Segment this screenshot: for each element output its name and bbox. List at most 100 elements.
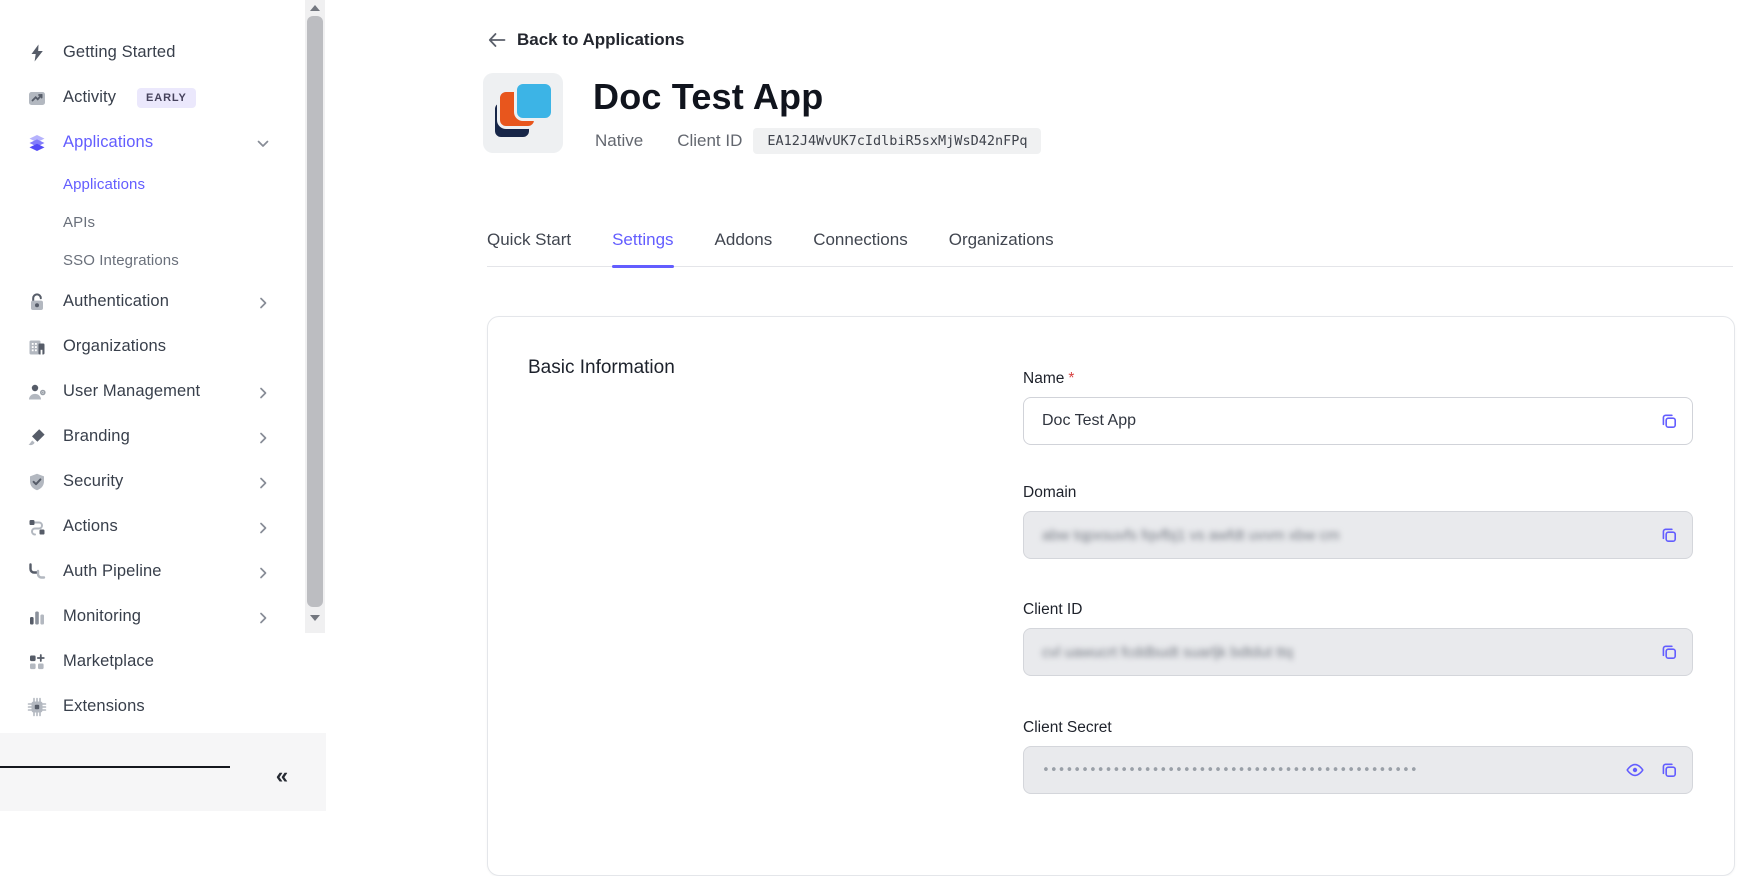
name-label: Name* bbox=[1023, 369, 1693, 389]
tab-settings[interactable]: Settings bbox=[612, 230, 673, 267]
page-title: Doc Test App bbox=[593, 76, 823, 118]
client-secret-field-group: Client Secret ••••••••••••••••••••••••••… bbox=[1023, 718, 1693, 794]
sidebar-item-organizations[interactable]: Organizations bbox=[0, 324, 300, 369]
chevron-right-icon bbox=[257, 431, 269, 443]
collapse-chevrons-icon: « bbox=[276, 763, 288, 789]
copy-client-id-button[interactable] bbox=[1657, 640, 1681, 664]
user-gear-icon bbox=[27, 382, 47, 402]
sidebar-item-getting-started[interactable]: Getting Started bbox=[0, 30, 300, 75]
sidebar-item-extensions[interactable]: Extensions bbox=[0, 684, 300, 729]
grid-plus-icon bbox=[27, 652, 47, 672]
logo-blue-square bbox=[514, 81, 554, 121]
sidebar-item-auth-pipeline[interactable]: Auth Pipeline bbox=[0, 549, 300, 594]
sidebar-item-label: Activity bbox=[63, 88, 116, 107]
copy-domain-button[interactable] bbox=[1657, 523, 1681, 547]
chevron-right-icon bbox=[257, 611, 269, 623]
sidebar-subitem-apis[interactable]: APIs bbox=[0, 203, 300, 241]
chevron-right-icon bbox=[257, 476, 269, 488]
chip-icon bbox=[27, 697, 47, 717]
client-secret-label: Client Secret bbox=[1023, 718, 1693, 738]
client-id-field-label: Client ID bbox=[1023, 600, 1693, 620]
sidebar-collapse-button[interactable]: « bbox=[266, 760, 298, 792]
paintbrush-icon bbox=[27, 427, 47, 447]
domain-label: Domain bbox=[1023, 483, 1693, 503]
copy-icon bbox=[1660, 526, 1679, 545]
app-type-label: Native bbox=[595, 131, 643, 151]
sidebar-item-label: Organizations bbox=[63, 337, 166, 356]
sidebar-item-label: User Management bbox=[63, 382, 200, 401]
activity-icon bbox=[27, 88, 47, 108]
chevron-right-icon bbox=[257, 566, 269, 578]
sidebar-scrollbar-thumb[interactable] bbox=[307, 16, 323, 607]
name-field-group: Name* bbox=[1023, 369, 1693, 445]
sidebar-scrollbar-track[interactable] bbox=[305, 0, 325, 633]
tab-organizations[interactable]: Organizations bbox=[949, 230, 1054, 267]
copy-icon bbox=[1660, 412, 1679, 431]
domain-readonly-box: abw tqpxsuvfs fqvfbj1 vs awfdt uvvm xbw … bbox=[1023, 511, 1693, 559]
chevron-right-icon bbox=[257, 521, 269, 533]
sidebar-item-label: Applications bbox=[63, 133, 153, 152]
back-arrow-icon bbox=[487, 31, 506, 49]
sidebar-item-actions[interactable]: Actions bbox=[0, 504, 300, 549]
copy-client-secret-button[interactable] bbox=[1657, 758, 1681, 782]
sidebar-subitem-applications[interactable]: Applications bbox=[0, 165, 300, 203]
sidebar-item-label: Getting Started bbox=[63, 43, 175, 62]
copy-name-button[interactable] bbox=[1657, 409, 1681, 433]
sidebar-item-label: Applications bbox=[63, 176, 145, 193]
sidebar-subitem-sso-integrations[interactable]: SSO Integrations bbox=[0, 241, 300, 279]
sidebar-item-label: Auth Pipeline bbox=[63, 562, 162, 581]
shield-check-icon bbox=[27, 472, 47, 492]
back-link-label: Back to Applications bbox=[517, 30, 685, 50]
tab-quick-start[interactable]: Quick Start bbox=[487, 230, 571, 267]
app-logo bbox=[483, 73, 563, 153]
eye-icon bbox=[1625, 760, 1645, 780]
lightning-icon bbox=[27, 43, 47, 63]
footer-divider-line bbox=[0, 766, 230, 768]
sidebar-item-label: Marketplace bbox=[63, 652, 154, 671]
client-secret-masked-value: ••••••••••••••••••••••••••••••••••••••••… bbox=[1024, 763, 1418, 778]
sidebar-item-applications[interactable]: Applications bbox=[0, 120, 300, 165]
client-id-label: Client ID bbox=[677, 131, 742, 151]
copy-icon bbox=[1660, 761, 1679, 780]
sidebar-footer: « bbox=[0, 733, 326, 811]
app-meta-row: Native Client ID EA12J4WvUK7cIdlbiR5sxMj… bbox=[595, 128, 1041, 154]
tab-bar: Quick Start Settings Addons Connections … bbox=[487, 230, 1733, 267]
sidebar-item-label: Security bbox=[63, 472, 123, 491]
client-id-field-group: Client ID cvl uawucrt fcddbudt suarljk b… bbox=[1023, 600, 1693, 676]
scrollbar-down-arrow-icon[interactable] bbox=[310, 615, 320, 621]
sidebar-item-activity[interactable]: Activity EARLY bbox=[0, 75, 300, 120]
copy-icon bbox=[1660, 643, 1679, 662]
chevron-right-icon bbox=[257, 296, 269, 308]
name-input-box bbox=[1023, 397, 1693, 445]
back-to-applications-link[interactable]: Back to Applications bbox=[487, 30, 685, 50]
sidebar-item-user-management[interactable]: User Management bbox=[0, 369, 300, 414]
sidebar-item-label: Monitoring bbox=[63, 607, 141, 626]
sidebar-item-branding[interactable]: Branding bbox=[0, 414, 300, 459]
sidebar-item-security[interactable]: Security bbox=[0, 459, 300, 504]
reveal-client-secret-button[interactable] bbox=[1623, 758, 1647, 782]
client-secret-readonly-box: ••••••••••••••••••••••••••••••••••••••••… bbox=[1023, 746, 1693, 794]
bar-chart-icon bbox=[27, 607, 47, 627]
sidebar-item-authentication[interactable]: Authentication bbox=[0, 279, 300, 324]
domain-field-group: Domain abw tqpxsuvfs fqvfbj1 vs awfdt uv… bbox=[1023, 483, 1693, 559]
sidebar-item-label: Branding bbox=[63, 427, 130, 446]
sidebar-item-monitoring[interactable]: Monitoring bbox=[0, 594, 300, 639]
sidebar-nav: Getting Started Activity EARLY Applicati… bbox=[0, 0, 300, 729]
name-input[interactable] bbox=[1024, 398, 1692, 444]
main-content: Back to Applications Doc Test App Native… bbox=[326, 0, 1763, 811]
client-id-redacted-value: cvl uawucrt fcddbudt suarljk bdtdut ttq bbox=[1024, 644, 1293, 661]
building-icon bbox=[27, 337, 47, 357]
lock-icon bbox=[27, 292, 47, 312]
scrollbar-up-arrow-icon[interactable] bbox=[310, 5, 320, 11]
chevron-down-icon bbox=[257, 137, 269, 149]
applications-layers-icon bbox=[27, 133, 47, 153]
client-id-chip: EA12J4WvUK7cIdlbiR5sxMjWsD42nFPq bbox=[753, 128, 1041, 154]
sidebar-item-marketplace[interactable]: Marketplace bbox=[0, 639, 300, 684]
client-id-readonly-box: cvl uawucrt fcddbudt suarljk bdtdut ttq bbox=[1023, 628, 1693, 676]
tab-connections[interactable]: Connections bbox=[813, 230, 908, 267]
sidebar-item-label: Authentication bbox=[63, 292, 169, 311]
sidebar-item-label: SSO Integrations bbox=[63, 252, 179, 269]
sidebar: Getting Started Activity EARLY Applicati… bbox=[0, 0, 326, 811]
tab-addons[interactable]: Addons bbox=[715, 230, 773, 267]
required-asterisk: * bbox=[1068, 370, 1074, 387]
